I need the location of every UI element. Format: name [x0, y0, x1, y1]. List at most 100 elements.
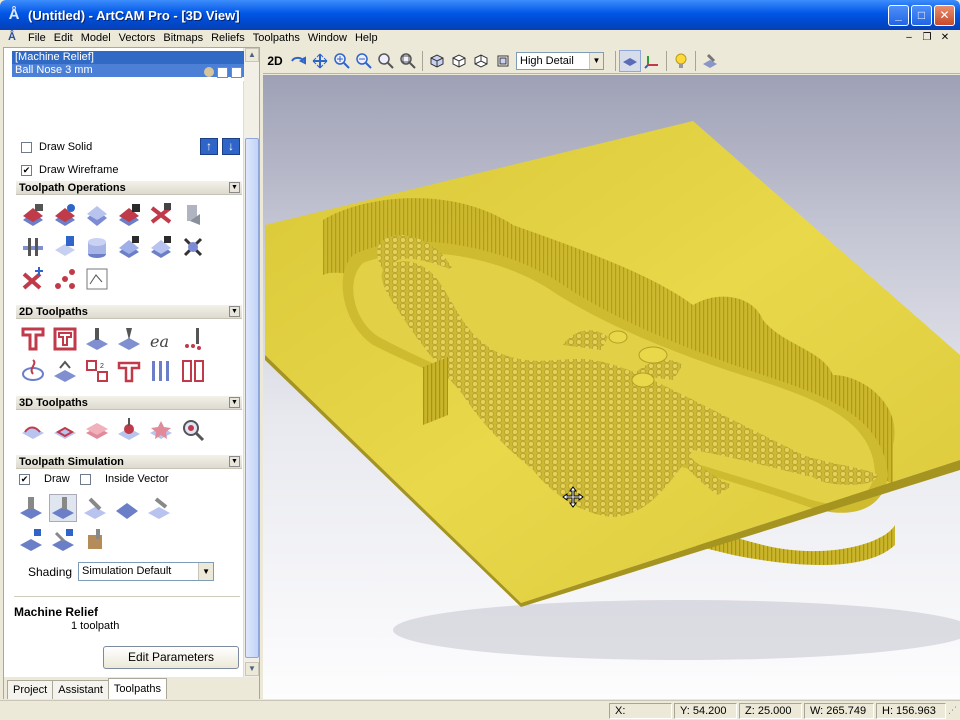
- z-level-roughing-icon[interactable]: [51, 416, 79, 444]
- toolpath-item-machine-relief[interactable]: [Machine Relief]: [12, 51, 244, 64]
- menu-toolpaths[interactable]: Toolpaths: [249, 30, 304, 46]
- move-down-button[interactable]: ↓: [222, 138, 240, 155]
- wrap-toolpath-icon[interactable]: [179, 233, 207, 261]
- sim-draw-checkbox[interactable]: ✔: [19, 473, 30, 485]
- dropdown-arrow-icon[interactable]: ▼: [198, 563, 214, 580]
- scroll-thumb[interactable]: [245, 138, 259, 658]
- dropdown-arrow-icon[interactable]: ▼: [589, 52, 603, 69]
- section-2d-toolpaths[interactable]: 2D Toolpaths ▼: [16, 305, 242, 319]
- collapse-icon[interactable]: ▼: [229, 182, 240, 193]
- vbit-carving-icon[interactable]: [115, 325, 143, 353]
- menu-bitmaps[interactable]: Bitmaps: [159, 30, 207, 46]
- zoom-in-icon[interactable]: [331, 50, 353, 72]
- zoom-extents-icon[interactable]: [397, 50, 419, 72]
- load-simulation-icon[interactable]: [49, 526, 77, 554]
- merge-toolpaths-icon[interactable]: [147, 201, 175, 229]
- draw-wireframe-checkbox[interactable]: ✔: [21, 164, 32, 176]
- copy-toolpath-icon[interactable]: [115, 233, 143, 261]
- profile-toolpath-icon[interactable]: [19, 325, 47, 353]
- lighting-bulb-icon[interactable]: [670, 50, 692, 72]
- bevel-carving-icon[interactable]: [51, 357, 79, 385]
- close-button[interactable]: ✕: [934, 5, 955, 26]
- simulate-toolpath-icon[interactable]: [17, 494, 45, 522]
- menu-edit[interactable]: Edit: [50, 30, 77, 46]
- shading-select[interactable]: Simulation Default ▼: [78, 562, 215, 581]
- add-toolpath-icon[interactable]: [19, 265, 47, 293]
- move-up-button[interactable]: ↑: [200, 138, 218, 155]
- machine-relief-icon[interactable]: [19, 416, 47, 444]
- collapse-icon[interactable]: ▼: [229, 306, 240, 317]
- inside-vector-checkbox[interactable]: [80, 473, 91, 485]
- front-view-icon[interactable]: [448, 50, 470, 72]
- section-toolpath-operations[interactable]: Toolpath Operations ▼: [16, 181, 242, 195]
- top-view-icon[interactable]: [492, 50, 514, 72]
- scroll-up-arrow-icon[interactable]: ▲: [245, 48, 259, 62]
- toolpath-toggle-1[interactable]: [217, 67, 228, 78]
- section-toolpath-simulation[interactable]: Toolpath Simulation ▼: [16, 455, 242, 469]
- material-setup-icon[interactable]: [83, 201, 111, 229]
- nest-toolpath-icon[interactable]: [51, 265, 79, 293]
- drilling-icon[interactable]: [179, 325, 207, 353]
- minimize-button[interactable]: _: [888, 5, 909, 26]
- axes-icon[interactable]: [641, 50, 663, 72]
- save-toolpath-icon[interactable]: [115, 201, 143, 229]
- mdi-minimize-button[interactable]: –: [902, 31, 916, 44]
- pan-mode-icon[interactable]: [287, 50, 309, 72]
- maximize-button[interactable]: □: [911, 5, 932, 26]
- zoom-out-icon[interactable]: [353, 50, 375, 72]
- tab-assistant[interactable]: Assistant: [52, 680, 109, 699]
- tab-toolpaths[interactable]: Toolpaths: [107, 678, 167, 699]
- calculate-toolpath-icon[interactable]: [19, 201, 47, 229]
- sim-draw-option[interactable]: ✔ Draw: [19, 473, 70, 485]
- side-view-icon[interactable]: [470, 50, 492, 72]
- toolpath-info-icon[interactable]: [51, 201, 79, 229]
- engraving-icon[interactable]: ea: [147, 325, 175, 353]
- transform-toolpath-icon[interactable]: [147, 233, 175, 261]
- collapse-icon[interactable]: ▼: [229, 397, 240, 408]
- block-toolpath-icon[interactable]: [51, 233, 79, 261]
- 2d-view-button[interactable]: 2D: [263, 54, 287, 68]
- machine-vectors-icon[interactable]: [179, 357, 207, 385]
- cylinder-icon[interactable]: [83, 233, 111, 261]
- menu-help[interactable]: Help: [351, 30, 382, 46]
- document-icon[interactable]: Å: [8, 31, 24, 45]
- section-3d-toolpaths[interactable]: 3D Toolpaths ▼: [16, 396, 242, 410]
- drill-toolpath-icon[interactable]: [19, 233, 47, 261]
- 3d-viewport[interactable]: [263, 75, 960, 699]
- mdi-close-button[interactable]: ✕: [938, 31, 952, 44]
- detail-level-select[interactable]: High Detail ▼: [516, 51, 604, 70]
- menu-file[interactable]: File: [24, 30, 50, 46]
- panel-scrollbar[interactable]: ▲ ▼: [243, 48, 259, 678]
- tab-project[interactable]: Project: [7, 680, 54, 699]
- machine-3d-icon[interactable]: [83, 416, 111, 444]
- fluting-icon[interactable]: [147, 357, 175, 385]
- area-clearance-icon[interactable]: [51, 325, 79, 353]
- scroll-down-arrow-icon[interactable]: ▼: [245, 662, 259, 676]
- toolpath-template-icon[interactable]: [83, 265, 111, 293]
- material-shading-icon[interactable]: [699, 50, 721, 72]
- pencil-toolpath-icon[interactable]: [147, 416, 175, 444]
- draw-wireframe-option[interactable]: ✔ Draw Wireframe: [21, 164, 118, 176]
- edit-parameters-button[interactable]: Edit Parameters: [103, 646, 239, 669]
- toolpath-status-dot[interactable]: [204, 67, 214, 77]
- reset-simulation-icon[interactable]: [145, 494, 173, 522]
- iso-view-icon[interactable]: [426, 50, 448, 72]
- collapse-icon[interactable]: ▼: [229, 456, 240, 467]
- menu-vectors[interactable]: Vectors: [115, 30, 160, 46]
- feature-machining-icon[interactable]: 2: [83, 357, 111, 385]
- simulation-material-icon[interactable]: [81, 526, 109, 554]
- plunge-toolpath-icon[interactable]: [83, 325, 111, 353]
- zoom-previous-icon[interactable]: [375, 50, 397, 72]
- menu-reliefs[interactable]: Reliefs: [207, 30, 249, 46]
- pause-simulation-icon[interactable]: [81, 494, 109, 522]
- move-icon[interactable]: [309, 50, 331, 72]
- menu-window[interactable]: Window: [304, 30, 351, 46]
- rest-machining-icon[interactable]: [115, 416, 143, 444]
- toolpath-zoom-icon[interactable]: [179, 416, 207, 444]
- draw-relief-icon[interactable]: [619, 49, 641, 72]
- simulation-block-icon[interactable]: [113, 494, 141, 522]
- draw-solid-checkbox[interactable]: [21, 141, 32, 153]
- smart-engraving-icon[interactable]: [115, 357, 143, 385]
- mdi-restore-button[interactable]: ❐: [920, 31, 934, 44]
- save-simulation-icon[interactable]: [17, 526, 45, 554]
